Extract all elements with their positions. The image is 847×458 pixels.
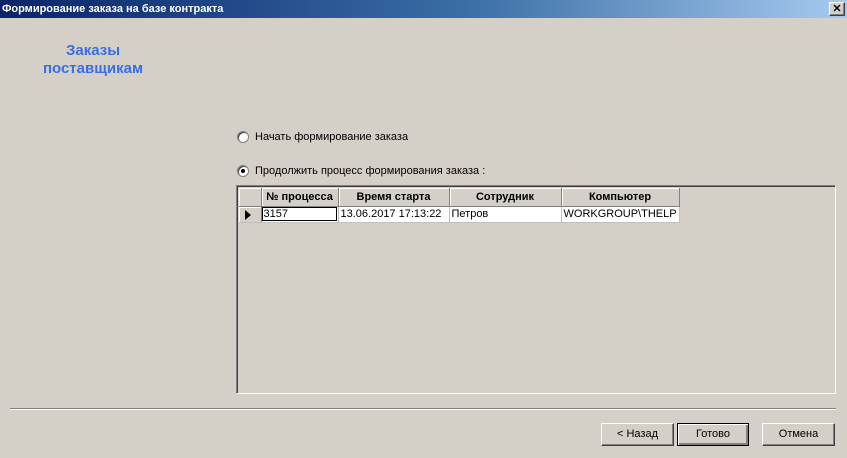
- close-icon: ✕: [832, 3, 842, 15]
- heading-line-1: Заказы: [65, 42, 121, 59]
- cell-employee[interactable]: Петров: [449, 206, 562, 223]
- back-button[interactable]: < Назад: [601, 423, 674, 446]
- cell-start-time[interactable]: 13.06.2017 17:13:22: [338, 206, 450, 223]
- start-order-option[interactable]: Начать формирование заказа: [237, 130, 408, 144]
- start-order-radio[interactable]: [237, 131, 249, 143]
- continue-order-option[interactable]: Продолжить процесс формирования заказа :: [237, 164, 485, 178]
- column-header-process[interactable]: № процесса: [261, 188, 339, 207]
- row-indicator-header: [239, 188, 262, 207]
- column-header-employee[interactable]: Сотрудник: [449, 188, 562, 207]
- close-button[interactable]: ✕: [829, 2, 845, 16]
- done-button[interactable]: Готово: [677, 423, 749, 446]
- continue-order-radio[interactable]: [237, 165, 249, 177]
- process-grid[interactable]: № процесса Время старта Сотрудник Компью…: [236, 185, 836, 394]
- cancel-button[interactable]: Отмена: [762, 423, 835, 446]
- window-titlebar: Формирование заказа на базе контракта ✕: [0, 0, 847, 18]
- process-table: № процесса Время старта Сотрудник Компью…: [239, 188, 680, 223]
- continue-order-label: Продолжить процесс формирования заказа :: [255, 165, 486, 177]
- cell-computer[interactable]: WORKGROUP\THELP: [561, 206, 680, 223]
- start-order-label: Начать формирование заказа: [255, 131, 409, 143]
- grid-header-row: № процесса Время старта Сотрудник Компью…: [239, 188, 680, 207]
- footer-separator: [10, 408, 836, 410]
- row-indicator[interactable]: [239, 206, 262, 223]
- window-title: Формирование заказа на базе контракта: [2, 3, 224, 15]
- section-heading: Заказы поставщикам: [28, 42, 158, 78]
- column-header-start-time[interactable]: Время старта: [338, 188, 450, 207]
- heading-line-2: поставщикам: [42, 60, 144, 77]
- table-row[interactable]: 3157 13.06.2017 17:13:22 Петров WORKGROU…: [239, 206, 680, 223]
- current-row-arrow-icon: [245, 209, 251, 220]
- column-header-computer[interactable]: Компьютер: [561, 188, 680, 207]
- cell-process-number[interactable]: 3157: [261, 206, 339, 223]
